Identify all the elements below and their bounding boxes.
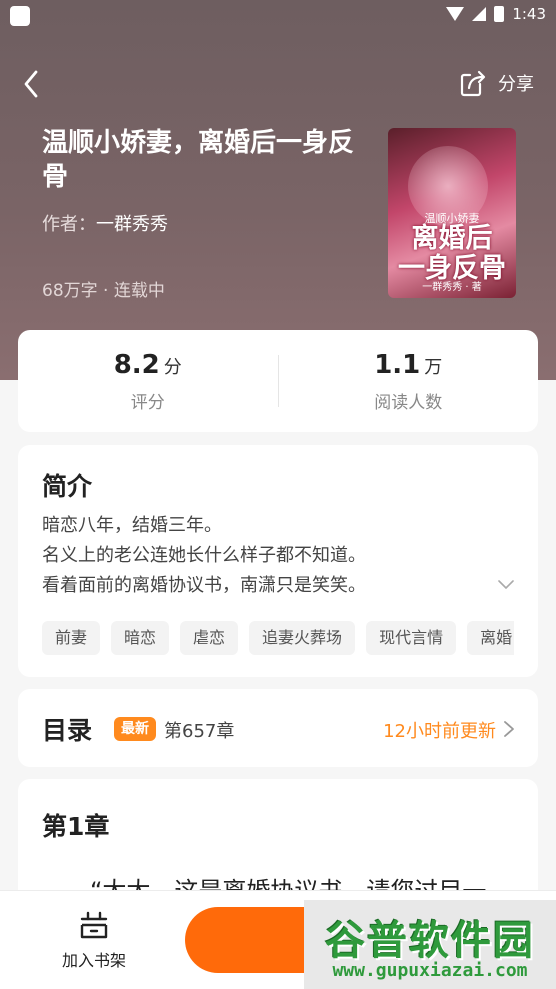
- chevron-down-icon: [498, 580, 514, 589]
- tag-chip[interactable]: 现代言情: [366, 621, 457, 655]
- wifi-icon: [446, 7, 465, 21]
- intro-description[interactable]: 暗恋八年，结婚三年。 名义上的老公连她长什么样子都不知道。 看着面前的离婚协议书…: [42, 511, 366, 601]
- tag-list: 前妻 暗恋 虐恋 追妻火葬场 现代言情 离婚: [42, 621, 514, 655]
- book-cover: 温顺小娇妻 离婚后 一身反骨 一群秀秀 · 著: [388, 128, 516, 298]
- readers-value: 1.1: [374, 349, 421, 380]
- author-line: 作者：一群秀秀: [42, 210, 168, 236]
- cover-byline: 一群秀秀 · 著: [422, 282, 482, 293]
- toc-heading: 目录: [42, 716, 93, 745]
- rating-stat: 8.2 分 评分: [18, 350, 278, 413]
- chapter-heading: 第1章: [42, 812, 110, 841]
- status-bar: 1:43: [0, 0, 556, 30]
- readers-stat: 1.1 万 阅读人数: [279, 350, 539, 413]
- app-notification-icon: [10, 6, 30, 26]
- tag-chip[interactable]: 离婚: [467, 621, 514, 655]
- tag-chip[interactable]: 前妻: [42, 621, 101, 655]
- tag-chip[interactable]: 追妻火葬场: [249, 621, 356, 655]
- battery-icon: [494, 6, 505, 22]
- cover-title-line1: 离婚后: [411, 223, 493, 254]
- intro-line: 暗恋八年，结婚三年。: [42, 515, 222, 536]
- bottom-bar: 加入书架: [0, 890, 556, 989]
- status-time: 1:43: [512, 5, 546, 23]
- readers-label: 阅读人数: [374, 392, 443, 413]
- tag-chip[interactable]: 虐恋: [180, 621, 239, 655]
- read-now-button[interactable]: [185, 907, 539, 973]
- tag-chip[interactable]: 暗恋: [111, 621, 170, 655]
- table-of-contents-row[interactable]: 目录 最新 第657章 12小时前更新: [18, 689, 538, 767]
- rating-unit: 分: [163, 356, 182, 378]
- latest-badge: 最新: [114, 717, 156, 741]
- intro-heading: 简介: [42, 472, 93, 501]
- intro-line: 名义上的老公连她长什么样子都不知道。: [42, 545, 366, 566]
- readers-unit: 万: [424, 356, 443, 378]
- book-header: 1:43 分享 温顺小娇妻，离婚后一身反骨 作者：一群秀秀 68万字 · 连载中…: [0, 0, 556, 380]
- rating-label: 评分: [130, 392, 165, 413]
- chevron-left-icon: [24, 70, 38, 98]
- cover-title: 离婚后 一身反骨: [388, 224, 516, 284]
- latest-chapter: 第657章: [164, 721, 235, 742]
- add-to-shelf-label: 加入书架: [61, 951, 126, 970]
- share-button[interactable]: 分享: [458, 68, 534, 98]
- chevron-right-icon: [504, 721, 514, 737]
- book-meta: 68万字 · 连载中: [42, 281, 165, 301]
- update-time: 12小时前更新: [383, 721, 496, 742]
- add-to-shelf-button[interactable]: 加入书架: [52, 909, 136, 971]
- intro-line: 看着面前的离婚协议书，南潇只是笑笑。: [42, 575, 366, 596]
- share-label: 分享: [498, 74, 534, 95]
- stats-card: 8.2 分 评分 1.1 万 阅读人数: [18, 330, 538, 432]
- back-button[interactable]: [18, 66, 48, 102]
- expand-button[interactable]: [498, 577, 514, 593]
- author-prefix: 作者：: [42, 214, 96, 235]
- author-name[interactable]: 一群秀秀: [96, 214, 168, 235]
- signal-icon: [472, 7, 487, 21]
- share-icon: [460, 70, 486, 97]
- bookshelf-icon: [80, 911, 108, 939]
- intro-card: 简介 暗恋八年，结婚三年。 名义上的老公连她长什么样子都不知道。 看着面前的离婚…: [18, 445, 538, 677]
- rating-value: 8.2: [113, 349, 160, 380]
- book-title: 温顺小娇妻，离婚后一身反骨: [42, 128, 355, 192]
